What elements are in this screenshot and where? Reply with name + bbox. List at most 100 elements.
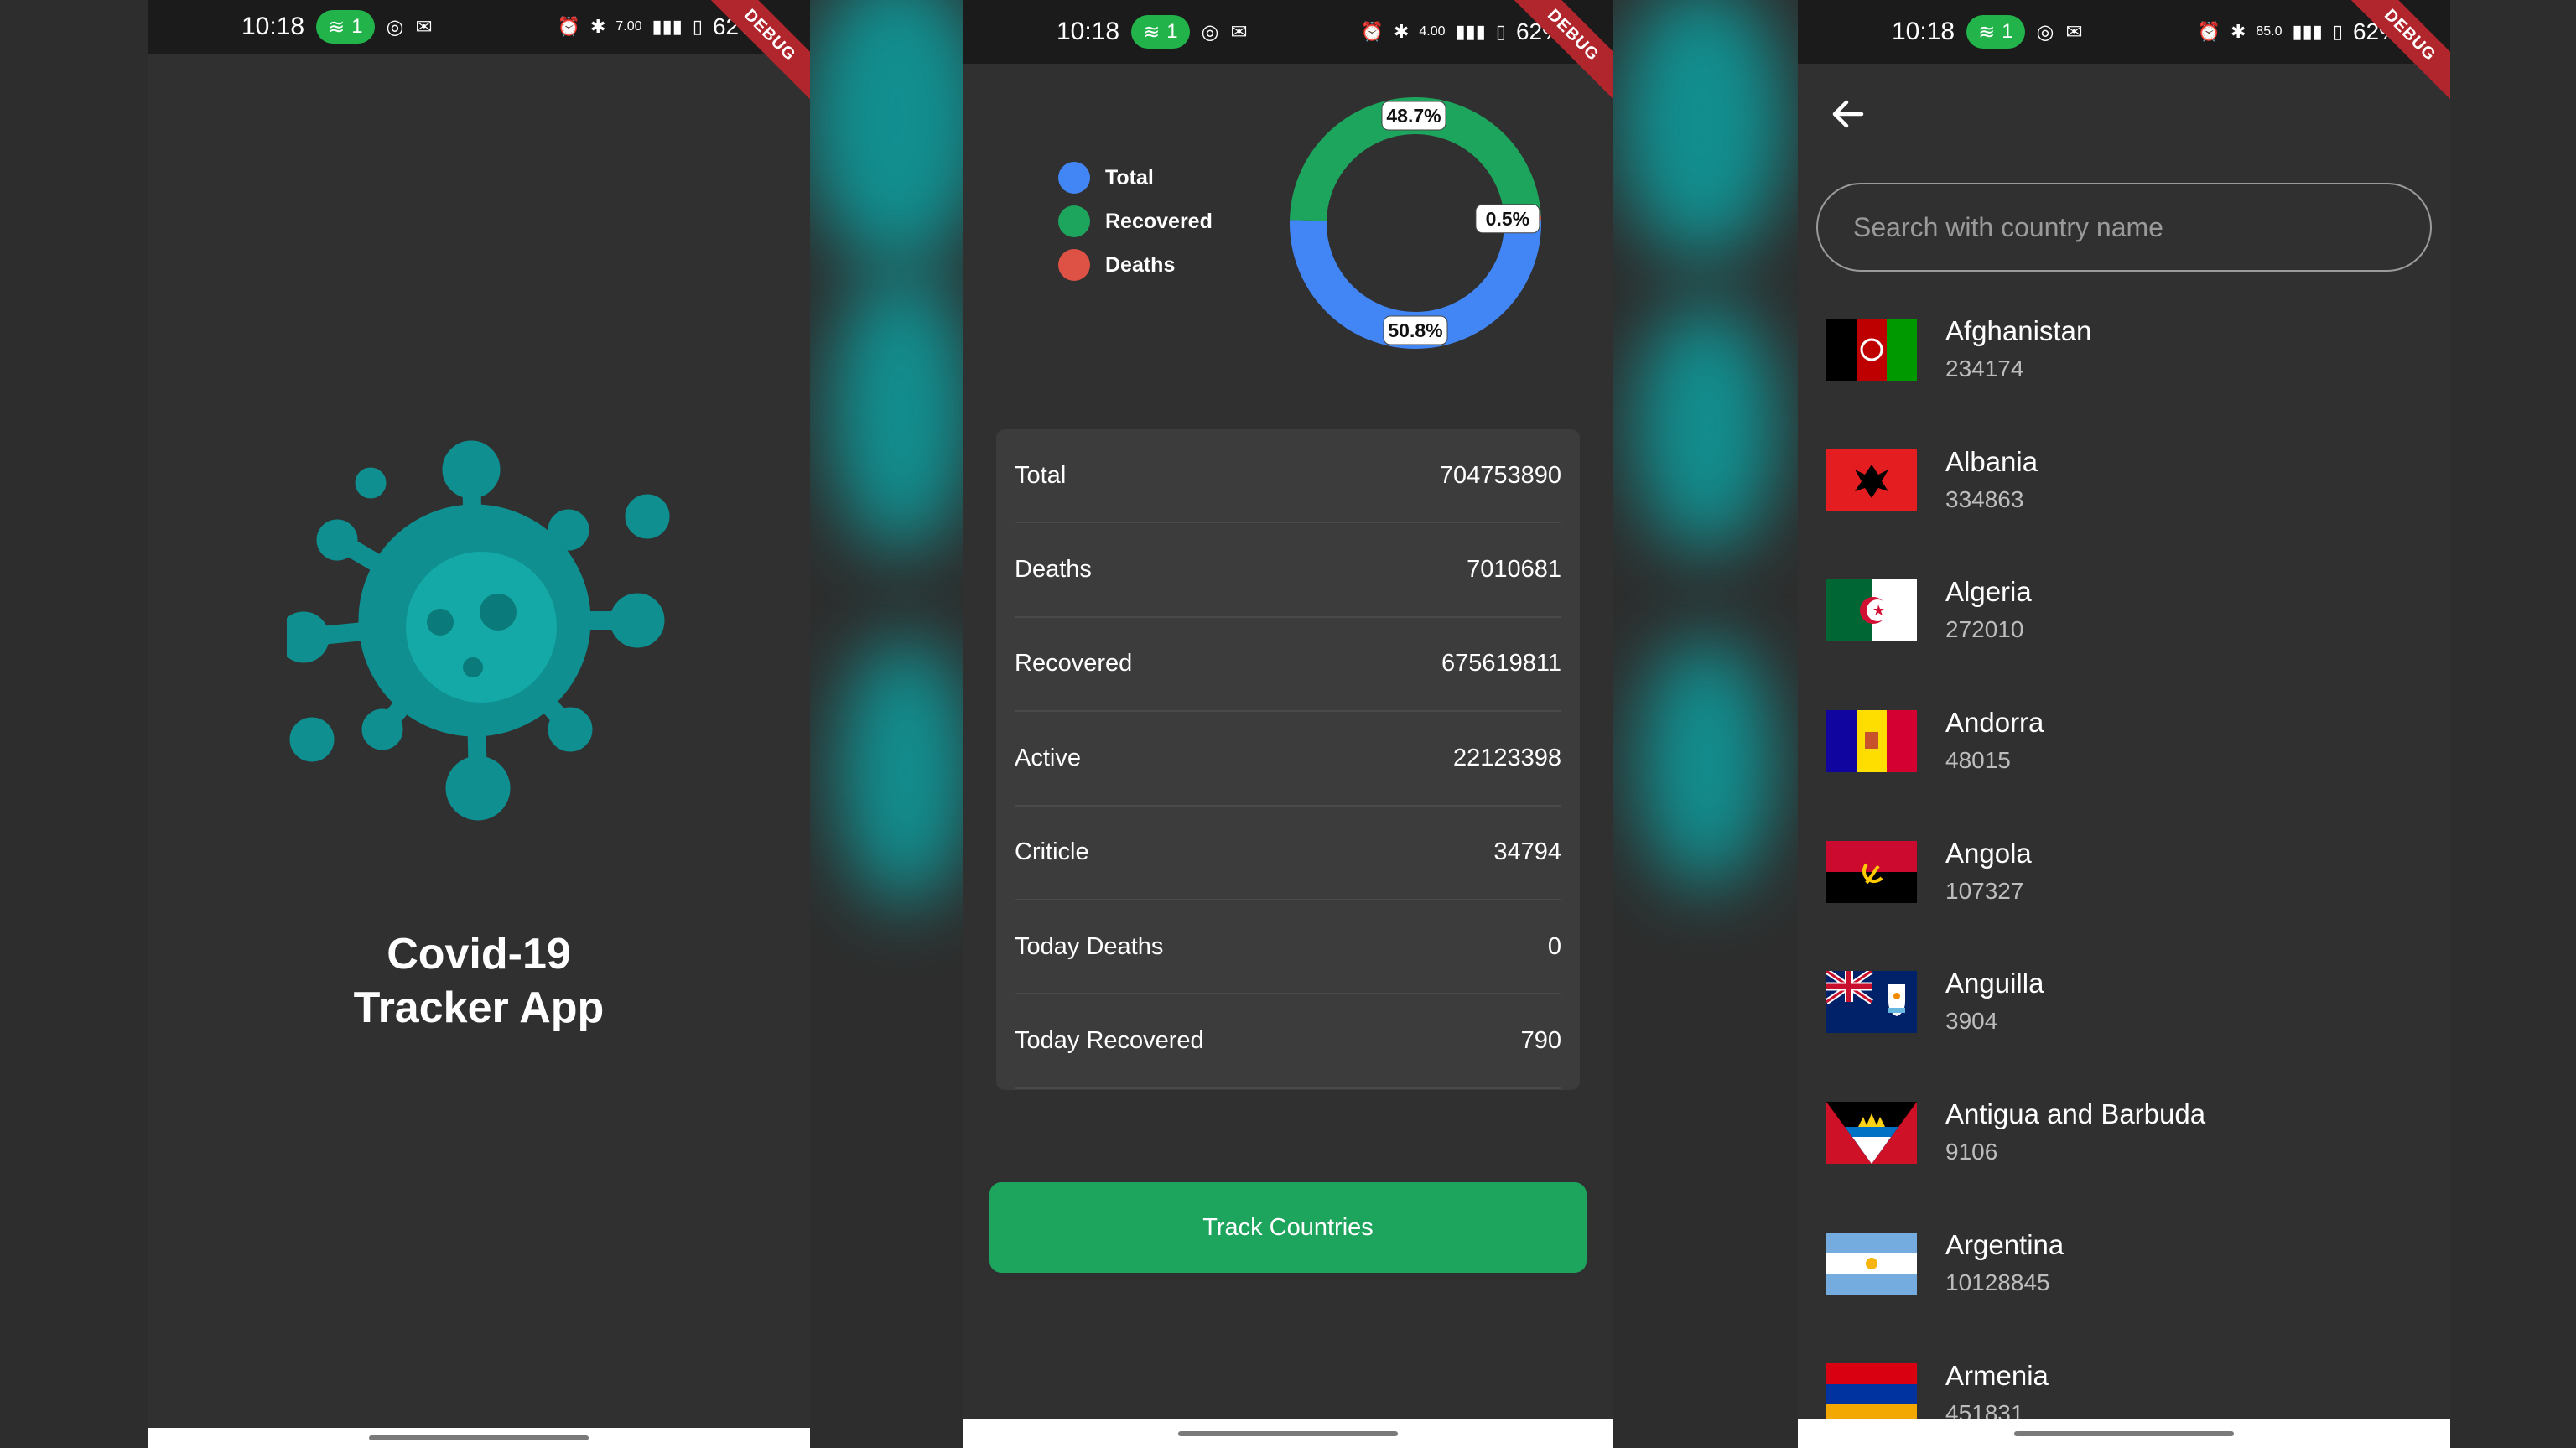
back-arrow-icon[interactable] <box>1828 94 1868 134</box>
wifi-badge: ≋ 1 <box>316 10 375 44</box>
country-cases: 234174 <box>1945 356 2024 381</box>
wifi-badge: ≋ 1 <box>1966 15 2025 49</box>
stat-label: Today Recovered <box>1015 1027 1204 1055</box>
algeria-flag-icon <box>1826 579 1917 642</box>
track-countries-button[interactable]: Track Countries <box>989 1182 1587 1273</box>
signal-icon: ▮▮▮ <box>2292 21 2323 42</box>
donut-label-total: 50.8% <box>1383 315 1448 345</box>
stat-label: Recovered <box>1015 650 1133 677</box>
battery-icon: ▯ <box>692 16 703 37</box>
gmail-icon: ✉ <box>415 15 433 39</box>
country-cases: 3904 <box>1945 1008 1998 1035</box>
country-cases: 48015 <box>1945 747 2011 774</box>
stat-value: 0 <box>1547 932 1561 960</box>
legend-label: Recovered <box>1105 209 1213 233</box>
speed-value: 7.00 <box>615 19 642 34</box>
status-right: ⏰ ✱ 85.0 ▮▮▮ ▯ 62% <box>2198 18 2400 45</box>
country-name: Andorra <box>1945 707 2044 739</box>
stat-row-recovered: Recovered 675619811 <box>1015 618 1561 713</box>
alarm-icon: ⏰ <box>557 16 580 37</box>
debug-banner: DEBUG <box>1502 0 1613 106</box>
bluetooth-icon: ✱ <box>2230 21 2246 42</box>
stats-screen: 10:18 ≋ 1 ◎ ✉ ⏰ ✱ 4.00 ▮▮▮ ▯ 62% DEBUG T… <box>963 0 1613 1448</box>
stat-row-active: Active 22123398 <box>1015 712 1561 807</box>
country-item-afghanistan[interactable]: Afghanistan 234174 <box>1798 293 2450 424</box>
country-cases: 272010 <box>1945 616 2024 643</box>
background-blob <box>839 637 973 906</box>
legend-label: Total <box>1105 165 1154 189</box>
home-handle[interactable] <box>369 1435 589 1440</box>
speed-value: 85.0 <box>2256 24 2283 39</box>
status-bar: 10:18 ≋ 1 ◎ ✉ ⏰ ✱ 4.00 ▮▮▮ ▯ 62% DEBUG <box>963 0 1613 106</box>
instagram-icon: ◎ <box>386 15 404 39</box>
andorra-flag-icon <box>1826 710 1917 773</box>
stat-value: 34794 <box>1493 838 1561 866</box>
app-title-line2: Tracker App <box>353 983 605 1032</box>
antigua-and-barbuda-flag-icon <box>1826 1102 1917 1165</box>
stat-label: Today Deaths <box>1015 932 1164 960</box>
donut-label-recovered: 48.7% <box>1381 101 1446 131</box>
stat-value: 790 <box>1520 1027 1561 1055</box>
legend-item-recovered: Recovered <box>1058 200 1213 243</box>
status-time: 10:18 <box>242 13 305 40</box>
legend-item-deaths: Deaths <box>1058 243 1213 287</box>
instagram-icon: ◎ <box>2036 20 2054 44</box>
country-cases: 107327 <box>1945 877 2024 904</box>
status-right: ⏰ ✱ 4.00 ▮▮▮ ▯ 62% <box>1361 18 1563 45</box>
status-bar: 10:18 ≋ 1 ◎ ✉ ⏰ ✱ 7.00 ▮▮▮ ▯ 62% DEBUG <box>148 0 810 106</box>
gesture-bar <box>148 1428 810 1448</box>
background-blob <box>830 268 973 553</box>
country-item-anguilla[interactable]: Anguilla 3904 <box>1798 946 2450 1077</box>
country-item-algeria[interactable]: Algeria 272010 <box>1798 554 2450 685</box>
speed-value: 4.00 <box>1419 24 1446 39</box>
stat-value: 22123398 <box>1452 744 1561 771</box>
stat-label: Total <box>1015 461 1067 489</box>
legend-dot <box>1058 205 1090 237</box>
country-item-argentina[interactable]: Argentina 10128845 <box>1798 1207 2450 1338</box>
gmail-icon: ✉ <box>2065 20 2083 44</box>
background-blob <box>1618 0 1786 260</box>
home-handle[interactable] <box>1178 1431 1398 1436</box>
stat-label: Criticle <box>1015 838 1089 866</box>
chart-legend: Total Recovered Deaths <box>1058 156 1213 287</box>
legend-label: Deaths <box>1105 252 1176 277</box>
gmail-icon: ✉ <box>1230 20 1248 44</box>
wifi-badge: ≋ 1 <box>1131 15 1190 49</box>
country-search-input[interactable] <box>1816 183 2432 272</box>
country-name: Afghanistan <box>1945 315 2092 346</box>
country-cases: 10128845 <box>1945 1269 2050 1295</box>
background-blob <box>805 0 989 268</box>
stats-card: Total 704753890 Deaths 7010681 Recovered… <box>996 429 1580 1090</box>
bluetooth-icon: ✱ <box>1393 21 1410 42</box>
splash-screen: 10:18 ≋ 1 ◎ ✉ ⏰ ✱ 7.00 ▮▮▮ ▯ 62% DEBUG C… <box>148 0 810 1448</box>
countries-screen: 10:18 ≋ 1 ◎ ✉ ⏰ ✱ 85.0 ▮▮▮ ▯ 62% DEBUG A… <box>1798 0 2450 1448</box>
stat-label: Active <box>1015 744 1081 771</box>
bluetooth-icon: ✱ <box>589 16 606 37</box>
country-name: Angola <box>1945 837 2032 869</box>
home-handle[interactable] <box>2014 1431 2234 1436</box>
country-item-antigua-and-barbuda[interactable]: Antigua and Barbuda 9106 <box>1798 1077 2450 1207</box>
app-title-line1: Covid-19 <box>387 930 571 978</box>
donut-label-deaths: 0.5% <box>1475 204 1540 234</box>
signal-icon: ▮▮▮ <box>652 16 683 37</box>
stat-value: 675619811 <box>1441 650 1561 677</box>
instagram-icon: ◎ <box>1201 20 1219 44</box>
virus-icon <box>287 440 670 821</box>
stat-row-today-deaths: Today Deaths 0 <box>1015 900 1561 995</box>
svg-text:0.5%: 0.5% <box>1486 208 1530 230</box>
country-name: Argentina <box>1945 1228 2064 1260</box>
stat-value: 704753890 <box>1439 461 1561 489</box>
country-name: Anguilla <box>1945 968 2044 999</box>
country-item-andorra[interactable]: Andorra 48015 <box>1798 685 2450 816</box>
debug-banner: DEBUG <box>2339 0 2450 106</box>
stat-row-today-recovered: Today Recovered 790 <box>1015 994 1561 1089</box>
wifi-icon: ≋ <box>1978 20 1996 44</box>
albania-flag-icon <box>1826 449 1917 511</box>
country-item-albania[interactable]: Albania 334863 <box>1798 424 2450 555</box>
country-item-angola[interactable]: Angola 107327 <box>1798 816 2450 947</box>
status-time: 10:18 <box>1057 18 1120 45</box>
alarm-icon: ⏰ <box>2197 21 2220 42</box>
alarm-icon: ⏰ <box>1360 21 1384 42</box>
gesture-bar <box>1798 1419 2450 1448</box>
stat-row-deaths: Deaths 7010681 <box>1015 523 1561 618</box>
